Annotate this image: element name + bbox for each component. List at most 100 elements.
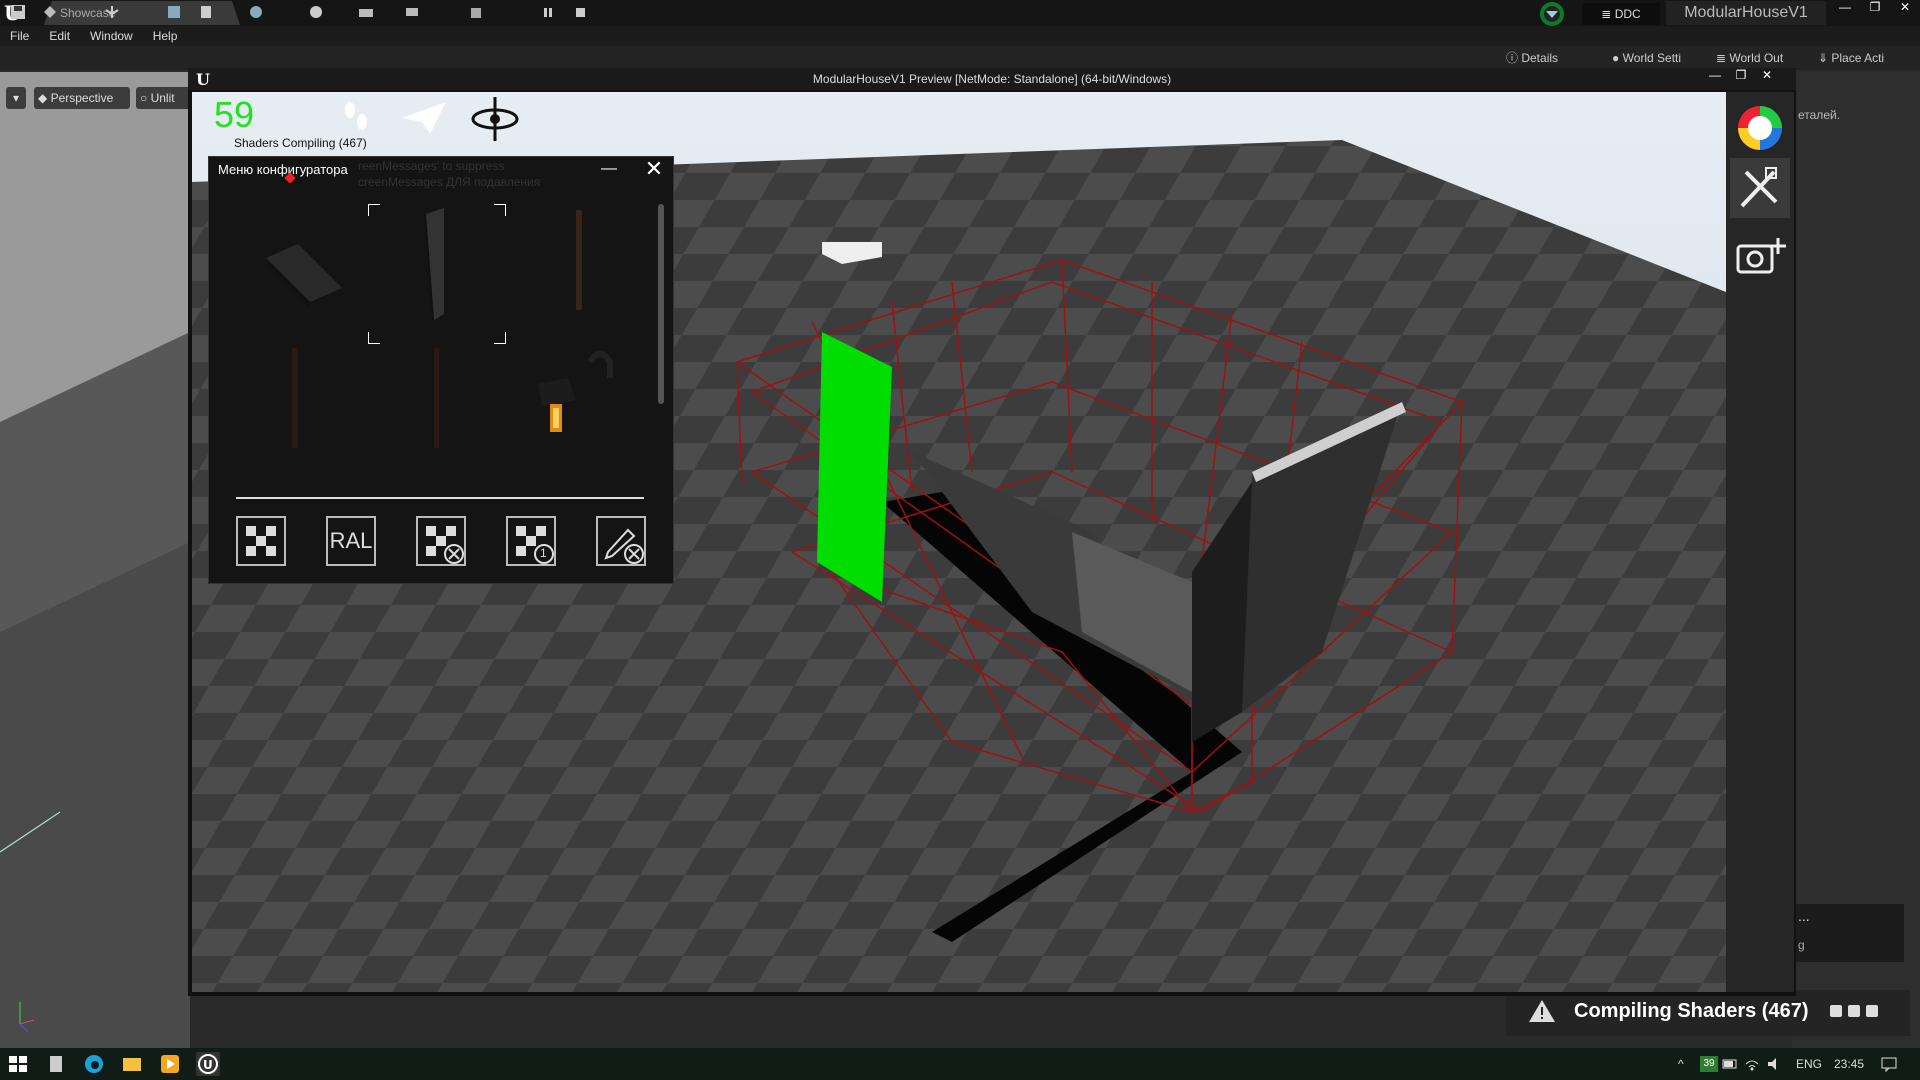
blueprints-icon[interactable] xyxy=(308,4,324,20)
orbit-icon[interactable] xyxy=(470,94,520,144)
progress-dots-icon xyxy=(1828,1004,1888,1018)
checker-remove-button[interactable] xyxy=(416,516,466,566)
pencil-remove-icon xyxy=(604,528,644,564)
minimize-button[interactable]: — xyxy=(1830,0,1860,16)
screenshot-icon[interactable] xyxy=(1734,236,1786,282)
perspective-label: Perspective xyxy=(50,91,114,105)
checker-one-icon xyxy=(516,526,554,564)
stop-icon[interactable] xyxy=(572,4,588,20)
file-explorer-icon[interactable] xyxy=(120,1052,144,1076)
checker-remove-icon xyxy=(426,526,464,564)
close-button[interactable]: ✕ xyxy=(1890,0,1920,16)
build-icon[interactable] xyxy=(404,4,420,20)
editor-viewport[interactable] xyxy=(0,72,190,1048)
color-wheel-icon[interactable] xyxy=(1734,102,1786,154)
game-tool-sidebar xyxy=(1726,92,1794,992)
notification-dots: ... xyxy=(1798,908,1810,924)
tools-icon[interactable] xyxy=(1730,158,1790,218)
source-icon[interactable] xyxy=(42,4,58,20)
checker-button[interactable] xyxy=(236,516,286,566)
unreal-taskbar-icon[interactable]: U xyxy=(196,1052,220,1076)
notification-text: g xyxy=(1798,938,1805,952)
details-panel xyxy=(1792,72,1920,1048)
configurator-close-button[interactable]: ✕ xyxy=(642,158,666,182)
window-controls: — ❐ ✕ xyxy=(1830,0,1920,16)
pencil-remove-button[interactable] xyxy=(596,516,646,566)
language-indicator[interactable]: ENG xyxy=(1796,1048,1822,1080)
cinematics-icon[interactable] xyxy=(358,4,374,20)
calculator-icon[interactable] xyxy=(44,1052,68,1076)
view-mode-button[interactable]: ○ Unlit xyxy=(136,87,194,109)
svg-text:U: U xyxy=(203,1058,213,1072)
checker-one-badge: 1 xyxy=(540,546,547,560)
tab-world-settings[interactable]: ● World Setti xyxy=(1612,48,1681,68)
compiling-shaders-text: Compiling Shaders (467) xyxy=(1574,1000,1809,1022)
list-icon: ≣ xyxy=(1716,51,1730,65)
ddc-button[interactable]: ≣ DDC xyxy=(1582,3,1660,25)
checker-one-button[interactable]: 1 xyxy=(506,516,556,566)
shaders-compiling-text: Shaders Compiling (467) xyxy=(234,136,367,150)
tray-badge[interactable]: 39 xyxy=(1700,1056,1718,1072)
ddc-label: DDC xyxy=(1614,7,1641,21)
project-name: ModularHouseV1 xyxy=(1666,1,1826,25)
save-icon[interactable] xyxy=(10,4,26,20)
modes-icon[interactable] xyxy=(104,4,120,20)
selected-wall-highlight xyxy=(817,332,892,602)
perspective-icon: ◆ xyxy=(38,91,51,105)
tab-place-actors[interactable]: ⇓ Place Acti xyxy=(1818,48,1884,68)
item-floor-slab[interactable] xyxy=(226,196,364,336)
tab-world-settings-label: World Setti xyxy=(1622,51,1682,65)
ral-label: RAL xyxy=(329,528,373,553)
wifi-icon[interactable] xyxy=(1744,1056,1760,1072)
configurator-scrollbar[interactable] xyxy=(658,204,664,404)
taskbar-clock[interactable]: 23:45 xyxy=(1834,1048,1864,1080)
viewport-options-button[interactable]: ▾ xyxy=(6,87,26,109)
chevron-down-icon: ▾ xyxy=(12,91,20,105)
chevron-up-icon[interactable]: ^ xyxy=(1678,1048,1692,1080)
tab-world-outliner[interactable]: ≣ World Out xyxy=(1716,48,1783,68)
paper-plane-icon[interactable] xyxy=(400,100,448,136)
preview-maximize-button[interactable]: ❐ xyxy=(1728,68,1754,84)
menu-file[interactable]: File xyxy=(0,26,39,46)
configurator-separator xyxy=(236,497,644,499)
preview-minimize-button[interactable]: — xyxy=(1702,68,1728,84)
configurator-title: Меню конфигуратора xyxy=(218,162,348,177)
windows-start-icon[interactable] xyxy=(6,1052,30,1076)
notification-panel: ... g xyxy=(1792,904,1904,962)
place-icon: ⇓ xyxy=(1818,51,1832,65)
view-mode-label: Unlit xyxy=(150,91,175,105)
battery-icon[interactable] xyxy=(1722,1056,1738,1072)
configurator-minimize-button[interactable]: — xyxy=(598,158,620,180)
settings-icon[interactable] xyxy=(248,4,264,20)
tab-details[interactable]: ⓘ Details xyxy=(1506,48,1558,68)
source-control-icon[interactable] xyxy=(1532,1,1572,27)
play-icon[interactable] xyxy=(468,4,484,20)
tab-place-actors-label: Place Acti xyxy=(1831,51,1885,65)
checker-icon xyxy=(246,526,276,556)
fps-counter: 59 xyxy=(214,94,255,135)
circle-icon: ○ xyxy=(140,91,151,105)
edge-browser-icon[interactable] xyxy=(82,1052,106,1076)
perspective-button[interactable]: ◆ Perspective xyxy=(34,87,130,109)
pause-icon[interactable] xyxy=(540,4,556,20)
menu-help[interactable]: Help xyxy=(143,26,188,46)
ral-button[interactable]: RAL xyxy=(326,516,376,566)
item-wall-lamp[interactable] xyxy=(510,338,648,478)
marketplace-icon[interactable] xyxy=(198,4,214,20)
volume-icon[interactable] xyxy=(1766,1056,1782,1072)
item-wall-panel-selected[interactable] xyxy=(367,203,507,345)
notifications-icon[interactable] xyxy=(1880,1056,1898,1073)
item-beam-left[interactable] xyxy=(226,338,364,478)
menu-window[interactable]: Window xyxy=(80,26,143,46)
list-icon: ≣ xyxy=(1601,7,1615,21)
footsteps-icon[interactable] xyxy=(338,98,374,134)
preview-close-button[interactable]: ✕ xyxy=(1754,68,1780,84)
tab-details-label: Details xyxy=(1521,51,1559,65)
menu-edit[interactable]: Edit xyxy=(39,26,80,46)
preview-title: ModularHouseV1 Preview [NetMode: Standal… xyxy=(812,72,1172,86)
content-icon[interactable] xyxy=(166,4,182,20)
media-player-icon[interactable] xyxy=(158,1052,182,1076)
item-beam-right[interactable] xyxy=(368,338,506,478)
item-wooden-post[interactable] xyxy=(510,196,648,336)
maximize-button[interactable]: ❐ xyxy=(1860,0,1890,16)
